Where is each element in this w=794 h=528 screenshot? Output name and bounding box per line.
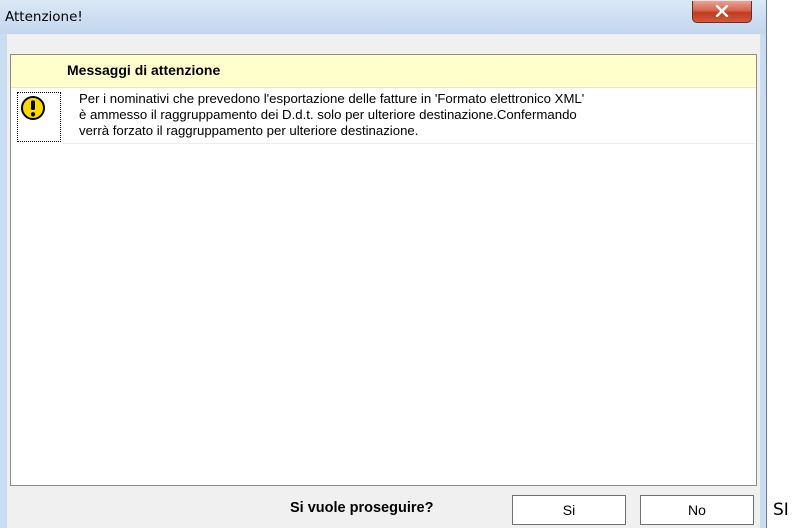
- message-row: Per i nominativi che prevedono l'esporta…: [63, 88, 755, 144]
- dialog-window: Attenzione! Messaggi di attenzione Per i: [0, 0, 767, 528]
- close-icon: [715, 5, 729, 17]
- message-text: Per i nominativi che prevedono l'esporta…: [79, 91, 751, 139]
- close-button[interactable]: [692, 1, 752, 23]
- window-title: Attenzione!: [5, 9, 83, 25]
- message-line: Per i nominativi che prevedono l'esporta…: [79, 91, 585, 106]
- title-bar[interactable]: Attenzione!: [0, 0, 766, 34]
- button-bar: Si vuole proseguire? Si No: [7, 490, 760, 528]
- no-button[interactable]: No: [640, 495, 754, 525]
- background-text: SI: [773, 500, 789, 520]
- message-line: verrà forzato il raggruppamento per ulte…: [79, 123, 419, 138]
- message-line: è ammesso il raggruppamento dei D.d.t. s…: [79, 107, 577, 122]
- dialog-body: Messaggi di attenzione Per i nominativi …: [7, 34, 760, 528]
- confirm-question: Si vuole proseguire?: [290, 500, 434, 516]
- messages-header: Messaggi di attenzione: [11, 55, 756, 88]
- messages-header-label: Messaggi di attenzione: [67, 62, 221, 78]
- exclamation-warning-icon: [21, 96, 45, 120]
- messages-panel: Messaggi di attenzione Per i nominativi …: [10, 54, 757, 486]
- message-icon-cell[interactable]: [17, 92, 61, 142]
- yes-button[interactable]: Si: [512, 495, 626, 525]
